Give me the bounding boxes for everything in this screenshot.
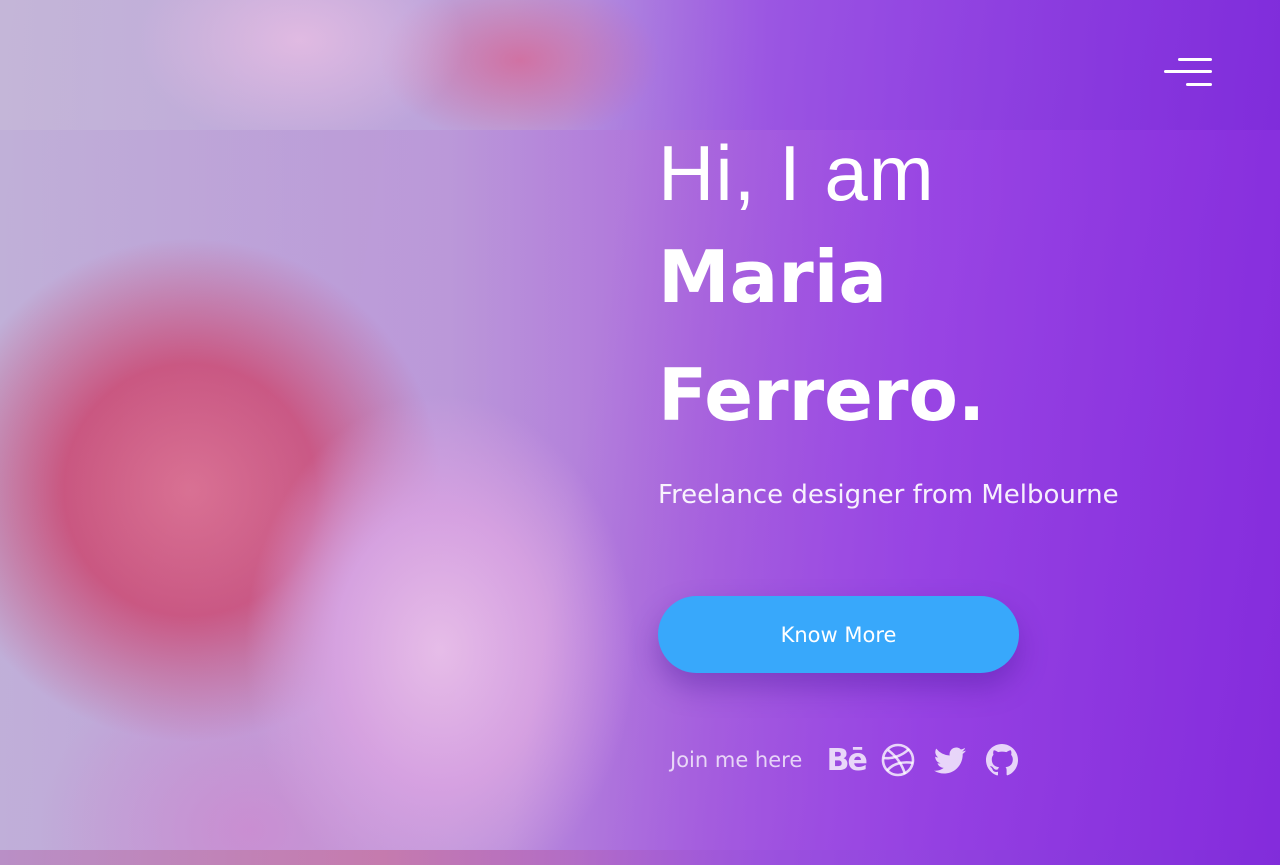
hamburger-menu-icon[interactable] [1162,56,1212,90]
dribbble-icon[interactable] [878,740,918,780]
twitter-icon[interactable] [930,740,970,780]
hero-name: Maria Ferrero. [658,218,1258,454]
hero-first-name: Maria [658,235,888,319]
hero-tagline: Freelance designer from Melbourne [658,480,1119,510]
hero-section: Hi, I am Maria Ferrero. Freelance design… [658,128,1258,778]
behance-icon[interactable]: Bē [826,740,868,780]
behance-glyph: Bē [826,742,868,778]
hero-greeting: Hi, I am [658,129,935,217]
background-photo-bottom [0,850,1280,865]
social-label: Join me here [670,748,803,772]
landing-page: Hi, I am Maria Ferrero. Freelance design… [0,0,1280,865]
background-photo-top [0,0,1280,130]
know-more-button[interactable]: Know More [658,596,1019,673]
social-links: Join me here Bē [670,740,1034,780]
github-icon[interactable] [982,740,1022,780]
hero-last-name: Ferrero. [658,353,986,437]
